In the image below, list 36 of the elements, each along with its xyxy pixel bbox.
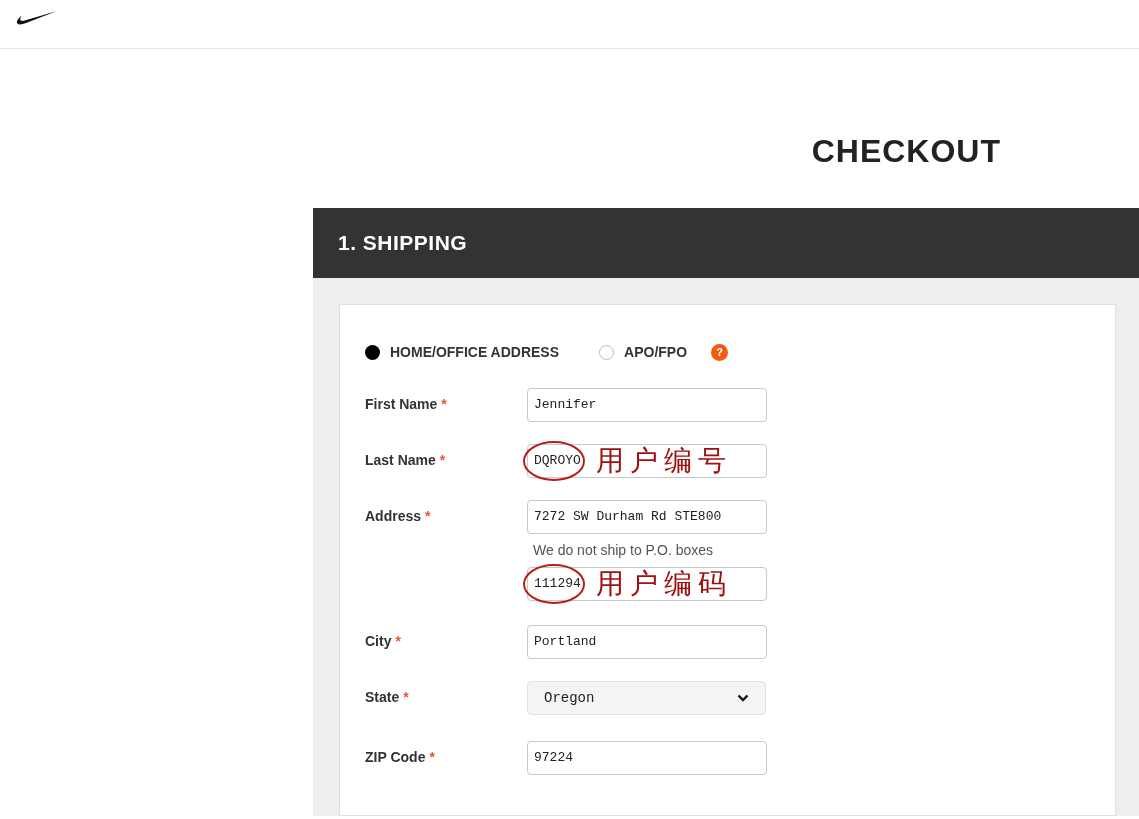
required-mark: *	[441, 395, 447, 414]
annotation-circle	[522, 563, 586, 605]
field-value: 7272 SW Durham Rd STE800	[534, 508, 722, 527]
field-label: State	[365, 688, 400, 707]
input-field[interactable]: 7272 SW Durham Rd STE800	[527, 500, 767, 534]
state-select[interactable]: Oregon	[527, 681, 766, 715]
field-value: 111294	[534, 575, 581, 594]
section-title: 1. SHIPPING	[338, 230, 468, 257]
input-field[interactable]: Portland	[527, 625, 767, 659]
radio-button[interactable]	[599, 345, 615, 360]
chevron-down-icon	[737, 694, 749, 702]
field-label: First Name	[365, 395, 438, 414]
radio-option[interactable]: APO/FPO	[599, 342, 688, 363]
radio-option[interactable]: HOME/OFFICE ADDRESS	[365, 342, 560, 363]
field-label: ZIP Code	[365, 748, 426, 767]
field-label: Address	[365, 507, 422, 526]
input-field[interactable]: 97224	[527, 741, 767, 775]
field-value: 97224	[534, 749, 573, 768]
field-hint: We do not ship to P.O. boxes	[533, 541, 715, 560]
annotation-note: 用户编码	[596, 568, 732, 600]
annotation-note: 用户编号	[596, 445, 732, 477]
required-mark: *	[439, 451, 446, 470]
input-field[interactable]: Jennifer	[527, 388, 767, 422]
field-value: DQROYO	[534, 452, 581, 471]
page-title: CHECKOUT	[811, 132, 1001, 170]
required-mark: *	[429, 748, 435, 767]
required-mark: *	[403, 688, 409, 707]
field-label: City	[365, 632, 392, 651]
field-value: Portland	[534, 633, 597, 652]
annotation-circle	[522, 440, 586, 482]
required-mark: *	[395, 632, 401, 651]
required-mark: *	[425, 507, 431, 526]
field-value: Jennifer	[534, 396, 597, 415]
field-label: Last Name	[365, 451, 436, 470]
logo-icon[interactable]	[16, 10, 58, 26]
radio-button[interactable]	[365, 345, 380, 360]
